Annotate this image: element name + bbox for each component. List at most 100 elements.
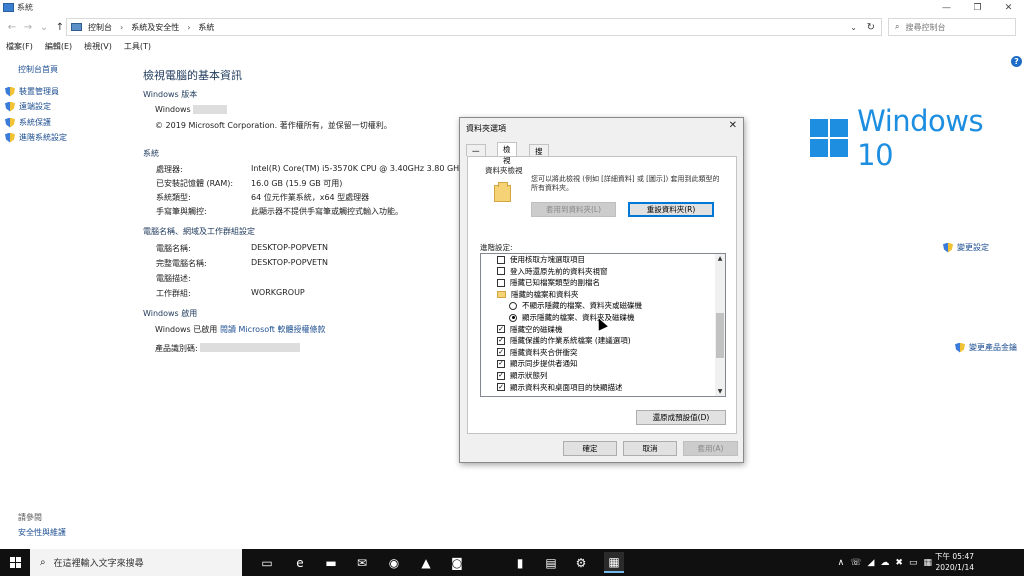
network-icon[interactable]: ◢ [868, 558, 875, 568]
tab-search[interactable]: 搜尋 [529, 144, 549, 167]
address-bar[interactable]: 控制台 › 系統及安全性 › 系統 ⌄ ↻ [66, 18, 882, 36]
line-icon[interactable]: ◙ [447, 552, 467, 573]
breadcrumb-control-panel[interactable]: 控制台 [88, 22, 112, 33]
change-settings-label: 變更設定 [957, 243, 989, 252]
cancel-button[interactable]: 取消 [623, 441, 677, 456]
tab-view[interactable]: 檢視 [497, 142, 517, 165]
display-icon[interactable]: ▭ [909, 558, 918, 568]
license-terms-link[interactable]: 閱讀 Microsoft 軟體授權條款 [220, 324, 326, 335]
breadcrumb-separator[interactable]: › [120, 23, 123, 32]
scroll-up-icon[interactable]: ▲ [715, 255, 725, 262]
ok-button[interactable]: 確定 [563, 441, 617, 456]
apply-button[interactable]: 套用(A) [683, 441, 738, 456]
edition-name: Windows [155, 105, 228, 114]
close-button[interactable]: ✕ [993, 0, 1024, 15]
search-input[interactable]: ⌕ 搜尋控制台 [888, 18, 1016, 36]
store-icon[interactable]: ▤ [541, 552, 561, 573]
breadcrumb-system-security[interactable]: 系統及安全性 [131, 22, 179, 33]
back-button[interactable]: ← [4, 22, 20, 33]
control-panel-icon[interactable]: ▦ [604, 552, 624, 573]
checkbox-checked[interactable]: ✓ [497, 336, 505, 345]
sidebar-item-device-manager[interactable]: 裝置管理員 [5, 86, 59, 97]
show-hidden-icons-icon[interactable]: ∧ [838, 558, 845, 568]
change-settings-link[interactable]: 變更設定 [943, 242, 989, 253]
maximize-button[interactable]: ❐ [962, 0, 993, 15]
checkbox[interactable] [497, 278, 505, 287]
advanced-setting-label: 顯示狀態列 [510, 371, 548, 380]
security-maintenance-link[interactable]: 安全性與維護 [18, 527, 66, 538]
advanced-setting-item[interactable]: 隱藏已知檔案類型的副檔名 [497, 277, 600, 288]
checkbox-checked[interactable]: ✓ [497, 348, 505, 357]
advanced-setting-item[interactable]: ✓ 隱藏空的磁碟機 [497, 324, 563, 335]
scrollbar-thumb[interactable] [716, 313, 724, 358]
advanced-setting-item[interactable]: 不顯示隱藏的檔案、資料夾或磁碟機 [509, 300, 642, 311]
tab-general[interactable]: 一般 [466, 144, 486, 167]
menu-file[interactable]: 檔案(F) [6, 41, 33, 55]
taskbar-clock[interactable]: 下午 05:47 2020/1/14 [935, 551, 974, 573]
advanced-setting-item[interactable]: 登入時還原先前的資料夾視窗 [497, 266, 608, 277]
checkbox[interactable] [497, 255, 505, 264]
file-explorer-icon[interactable]: ▬ [321, 552, 341, 573]
phone-icon[interactable]: ☏ [850, 558, 861, 568]
advanced-setting-item[interactable]: 使用核取方塊選取項目 [497, 254, 585, 265]
see-also-heading: 請參閱 [18, 513, 42, 522]
security-alert-icon[interactable]: ✖ [895, 558, 903, 568]
restore-defaults-button[interactable]: 還原成預設值(D) [636, 410, 726, 425]
help-icon[interactable]: ? [1011, 56, 1022, 67]
advanced-setting-item[interactable]: ✓ 隱藏資料夾合併衝突 [497, 347, 578, 358]
breadcrumb-separator[interactable]: › [187, 23, 190, 32]
radio[interactable] [509, 301, 517, 310]
pen-touch-value: 此顯示器不提供手寫筆或觸控式輸入功能。 [251, 207, 403, 216]
apply-to-folders-button[interactable]: 套用到資料夾(L) [531, 202, 616, 217]
mail-icon[interactable]: ✉ [352, 552, 372, 573]
checkbox[interactable] [497, 267, 505, 276]
taskbar-search-input[interactable]: ⌕ 在這裡輸入文字來搜尋 [30, 549, 242, 576]
checkbox-checked[interactable]: ✓ [497, 325, 505, 334]
recent-locations-button[interactable]: ⌄ [36, 22, 52, 33]
menu-edit[interactable]: 編輯(E) [45, 41, 72, 55]
chrome-icon[interactable]: ◉ [384, 552, 404, 573]
phone-icon[interactable]: ▮ [510, 552, 530, 573]
sidebar-item-label: 系統保護 [19, 118, 51, 127]
settings-icon[interactable]: ⚙ [571, 552, 591, 573]
folder-views-description: 您可以將此檢視 (例如 [詳細資料] 或 [圖示]) 套用到此類型的所有資料夾。 [531, 175, 720, 192]
search-icon: ⌕ [40, 557, 46, 568]
title-bar: 系統 — ❐ ✕ [0, 0, 1024, 15]
change-product-key-link[interactable]: 變更產品金鑰 [955, 342, 1017, 353]
sidebar-home[interactable]: 控制台首頁 [18, 64, 58, 75]
scroll-down-icon[interactable]: ▼ [715, 388, 725, 395]
checkbox-checked[interactable]: ✓ [497, 371, 505, 380]
input-method-icon[interactable]: ▦ [923, 558, 932, 568]
sidebar-item-label: 裝置管理員 [19, 87, 59, 96]
address-dropdown-icon[interactable]: ⌄ [850, 23, 857, 32]
advanced-setting-item[interactable]: 隱藏的檔案和資料夾 [497, 289, 579, 300]
clock-time: 下午 05:47 [935, 552, 974, 561]
checkbox-checked[interactable]: ✓ [497, 383, 505, 392]
advanced-setting-item[interactable]: ✓ 隱藏保護的作業系統檔案 (建議選項) [497, 335, 631, 346]
advanced-setting-item[interactable]: 顯示隱藏的檔案、資料夾及磁碟機 [509, 312, 635, 323]
sidebar-item-system-protection[interactable]: 系統保護 [5, 117, 51, 128]
checkbox-checked[interactable]: ✓ [497, 359, 505, 368]
task-view-icon[interactable]: ▭ [257, 552, 277, 573]
breadcrumb-system[interactable]: 系統 [198, 22, 214, 33]
menu-view[interactable]: 檢視(V) [84, 41, 112, 55]
reset-folders-button[interactable]: 重設資料夾(R) [628, 202, 714, 217]
advanced-setting-item[interactable]: ✓ 顯示同步提供者通知 [497, 358, 578, 369]
menu-tools[interactable]: 工具(T) [124, 41, 151, 55]
advanced-setting-item[interactable]: ✓ 顯示狀態列 [497, 370, 548, 381]
app-icon[interactable]: ▲ [416, 552, 436, 573]
advanced-settings-scrollbar[interactable]: ▲ ▼ [715, 254, 725, 396]
start-button[interactable] [0, 549, 30, 576]
folder-views-icon [494, 182, 511, 202]
onedrive-icon[interactable]: ☁ [880, 558, 889, 568]
refresh-icon[interactable]: ↻ [867, 22, 875, 33]
advanced-setting-item[interactable]: ✓ 顯示資料夾和桌面項目的快顯描述 [497, 382, 623, 393]
forward-button[interactable]: → [20, 22, 36, 33]
minimize-button[interactable]: — [931, 0, 962, 15]
control-panel-icon [71, 23, 82, 31]
sidebar-item-remote-settings[interactable]: 遠端設定 [5, 101, 51, 112]
dialog-close-button[interactable]: ✕ [729, 120, 737, 131]
edge-icon[interactable]: e [290, 552, 310, 573]
radio-selected[interactable] [509, 313, 517, 322]
sidebar-item-advanced-settings[interactable]: 進階系統設定 [5, 132, 67, 143]
